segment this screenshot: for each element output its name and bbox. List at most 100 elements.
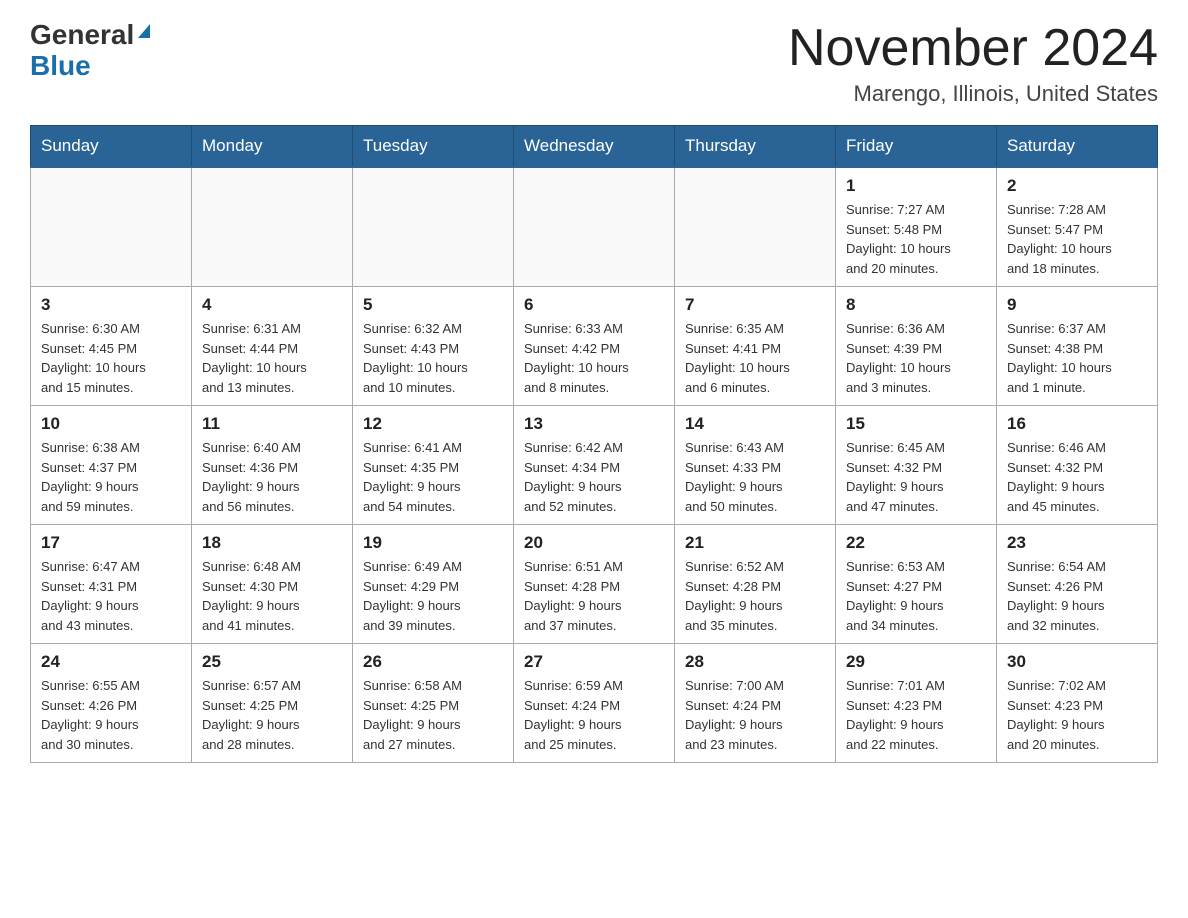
day-info: Sunrise: 6:57 AM Sunset: 4:25 PM Dayligh… [202,676,342,754]
day-number: 13 [524,414,664,434]
day-number: 17 [41,533,181,553]
week-row-0: 1 Sunrise: 7:27 AM Sunset: 5:48 PM Daylig… [31,167,1158,287]
calendar-cell [675,167,836,287]
calendar-cell [353,167,514,287]
calendar-cell: 30 Sunrise: 7:02 AM Sunset: 4:23 PM Dayli… [997,644,1158,763]
week-row-2: 10 Sunrise: 6:38 AM Sunset: 4:37 PM Dayli… [31,406,1158,525]
day-number: 30 [1007,652,1147,672]
logo-triangle-icon [138,24,150,38]
day-number: 29 [846,652,986,672]
day-number: 4 [202,295,342,315]
day-number: 14 [685,414,825,434]
week-row-3: 17 Sunrise: 6:47 AM Sunset: 4:31 PM Dayli… [31,525,1158,644]
day-number: 20 [524,533,664,553]
day-number: 18 [202,533,342,553]
day-number: 10 [41,414,181,434]
day-info: Sunrise: 6:46 AM Sunset: 4:32 PM Dayligh… [1007,438,1147,516]
calendar-cell: 29 Sunrise: 7:01 AM Sunset: 4:23 PM Dayli… [836,644,997,763]
calendar-cell: 7 Sunrise: 6:35 AM Sunset: 4:41 PM Daylig… [675,287,836,406]
calendar-cell: 10 Sunrise: 6:38 AM Sunset: 4:37 PM Dayli… [31,406,192,525]
day-info: Sunrise: 6:54 AM Sunset: 4:26 PM Dayligh… [1007,557,1147,635]
day-info: Sunrise: 7:27 AM Sunset: 5:48 PM Dayligh… [846,200,986,278]
day-info: Sunrise: 6:30 AM Sunset: 4:45 PM Dayligh… [41,319,181,397]
day-info: Sunrise: 6:52 AM Sunset: 4:28 PM Dayligh… [685,557,825,635]
calendar-cell: 5 Sunrise: 6:32 AM Sunset: 4:43 PM Daylig… [353,287,514,406]
day-number: 16 [1007,414,1147,434]
calendar-cell: 16 Sunrise: 6:46 AM Sunset: 4:32 PM Dayli… [997,406,1158,525]
calendar-cell: 13 Sunrise: 6:42 AM Sunset: 4:34 PM Dayli… [514,406,675,525]
day-number: 21 [685,533,825,553]
day-number: 28 [685,652,825,672]
day-info: Sunrise: 6:49 AM Sunset: 4:29 PM Dayligh… [363,557,503,635]
calendar-cell: 1 Sunrise: 7:27 AM Sunset: 5:48 PM Daylig… [836,167,997,287]
day-info: Sunrise: 6:47 AM Sunset: 4:31 PM Dayligh… [41,557,181,635]
day-info: Sunrise: 6:31 AM Sunset: 4:44 PM Dayligh… [202,319,342,397]
day-info: Sunrise: 6:48 AM Sunset: 4:30 PM Dayligh… [202,557,342,635]
day-info: Sunrise: 6:32 AM Sunset: 4:43 PM Dayligh… [363,319,503,397]
day-number: 8 [846,295,986,315]
day-info: Sunrise: 6:58 AM Sunset: 4:25 PM Dayligh… [363,676,503,754]
day-info: Sunrise: 7:01 AM Sunset: 4:23 PM Dayligh… [846,676,986,754]
calendar-cell: 3Sunrise: 6:30 AM Sunset: 4:45 PM Daylig… [31,287,192,406]
calendar-cell: 21 Sunrise: 6:52 AM Sunset: 4:28 PM Dayli… [675,525,836,644]
calendar-cell: 27Sunrise: 6:59 AM Sunset: 4:24 PM Dayli… [514,644,675,763]
month-title: November 2024 [788,20,1158,77]
calendar-cell: 23 Sunrise: 6:54 AM Sunset: 4:26 PM Dayli… [997,525,1158,644]
day-info: Sunrise: 6:37 AM Sunset: 4:38 PM Dayligh… [1007,319,1147,397]
day-info: Sunrise: 6:51 AM Sunset: 4:28 PM Dayligh… [524,557,664,635]
calendar-cell: 18 Sunrise: 6:48 AM Sunset: 4:30 PM Dayli… [192,525,353,644]
calendar-cell: 19Sunrise: 6:49 AM Sunset: 4:29 PM Dayli… [353,525,514,644]
calendar-header-row: SundayMondayTuesdayWednesdayThursdayFrid… [31,126,1158,168]
day-number: 2 [1007,176,1147,196]
header-thursday: Thursday [675,126,836,168]
day-number: 6 [524,295,664,315]
day-number: 15 [846,414,986,434]
day-info: Sunrise: 6:55 AM Sunset: 4:26 PM Dayligh… [41,676,181,754]
calendar-cell [514,167,675,287]
day-info: Sunrise: 7:28 AM Sunset: 5:47 PM Dayligh… [1007,200,1147,278]
calendar-cell: 12Sunrise: 6:41 AM Sunset: 4:35 PM Dayli… [353,406,514,525]
calendar-cell: 6 Sunrise: 6:33 AM Sunset: 4:42 PM Daylig… [514,287,675,406]
calendar-cell: 24 Sunrise: 6:55 AM Sunset: 4:26 PM Dayli… [31,644,192,763]
day-info: Sunrise: 6:42 AM Sunset: 4:34 PM Dayligh… [524,438,664,516]
day-info: Sunrise: 6:35 AM Sunset: 4:41 PM Dayligh… [685,319,825,397]
day-info: Sunrise: 6:36 AM Sunset: 4:39 PM Dayligh… [846,319,986,397]
calendar-cell: 15Sunrise: 6:45 AM Sunset: 4:32 PM Dayli… [836,406,997,525]
location-title: Marengo, Illinois, United States [788,81,1158,107]
day-number: 22 [846,533,986,553]
logo-general-text: General [30,20,134,51]
day-info: Sunrise: 6:41 AM Sunset: 4:35 PM Dayligh… [363,438,503,516]
day-number: 27 [524,652,664,672]
day-info: Sunrise: 6:43 AM Sunset: 4:33 PM Dayligh… [685,438,825,516]
calendar-cell: 11 Sunrise: 6:40 AM Sunset: 4:36 PM Dayli… [192,406,353,525]
day-number: 25 [202,652,342,672]
calendar-cell: 2 Sunrise: 7:28 AM Sunset: 5:47 PM Daylig… [997,167,1158,287]
header-sunday: Sunday [31,126,192,168]
day-number: 1 [846,176,986,196]
calendar-cell: 4 Sunrise: 6:31 AM Sunset: 4:44 PM Daylig… [192,287,353,406]
calendar-cell: 8 Sunrise: 6:36 AM Sunset: 4:39 PM Daylig… [836,287,997,406]
day-number: 11 [202,414,342,434]
calendar-cell: 28Sunrise: 7:00 AM Sunset: 4:24 PM Dayli… [675,644,836,763]
day-info: Sunrise: 6:53 AM Sunset: 4:27 PM Dayligh… [846,557,986,635]
header-wednesday: Wednesday [514,126,675,168]
day-info: Sunrise: 6:38 AM Sunset: 4:37 PM Dayligh… [41,438,181,516]
calendar-table: SundayMondayTuesdayWednesdayThursdayFrid… [30,125,1158,763]
day-info: Sunrise: 6:40 AM Sunset: 4:36 PM Dayligh… [202,438,342,516]
calendar-cell: 25 Sunrise: 6:57 AM Sunset: 4:25 PM Dayli… [192,644,353,763]
day-info: Sunrise: 6:33 AM Sunset: 4:42 PM Dayligh… [524,319,664,397]
logo: General Blue [30,20,150,82]
day-number: 26 [363,652,503,672]
calendar-cell [192,167,353,287]
logo-blue-text: Blue [30,51,91,82]
day-number: 7 [685,295,825,315]
day-number: 5 [363,295,503,315]
day-number: 24 [41,652,181,672]
day-number: 9 [1007,295,1147,315]
title-block: November 2024 Marengo, Illinois, United … [788,20,1158,107]
day-number: 23 [1007,533,1147,553]
calendar-cell: 14 Sunrise: 6:43 AM Sunset: 4:33 PM Dayli… [675,406,836,525]
header-monday: Monday [192,126,353,168]
day-info: Sunrise: 7:02 AM Sunset: 4:23 PM Dayligh… [1007,676,1147,754]
calendar-cell: 26 Sunrise: 6:58 AM Sunset: 4:25 PM Dayli… [353,644,514,763]
